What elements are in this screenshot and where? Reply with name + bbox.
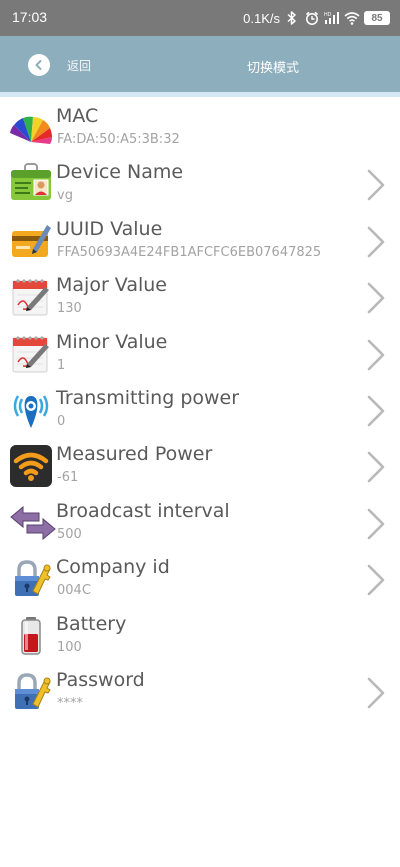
lock-key-icon — [9, 670, 53, 714]
item-value: 0 — [57, 413, 66, 429]
calendar-pen-icon — [9, 275, 53, 319]
chevron-right-icon[interactable] — [366, 507, 386, 541]
item-label: Measured Power — [56, 443, 213, 466]
list-item-password[interactable]: Password **** — [0, 662, 400, 718]
alarm-icon — [306, 11, 318, 25]
item-label: Password — [56, 668, 145, 691]
signal-hd-icon: HD — [324, 12, 339, 24]
list-item-device-name[interactable]: Device Name vg — [0, 154, 400, 210]
item-value: -61 — [57, 470, 79, 486]
list-item-company-id[interactable]: Company id 004C — [0, 549, 400, 605]
item-label: Company id — [56, 556, 170, 579]
chevron-right-icon[interactable] — [366, 563, 386, 597]
color-palette-icon — [9, 106, 53, 150]
item-value: **** — [57, 695, 83, 711]
id-card-icon — [9, 162, 53, 206]
list-item-uuid-value[interactable]: UUID Value FFA50693A4E24FB1AFCFC6EB076478… — [0, 211, 400, 267]
list-item-measured-power[interactable]: Measured Power -61 — [0, 436, 400, 492]
battery-icon — [9, 614, 53, 658]
chevron-right-icon[interactable] — [366, 168, 386, 202]
item-label: Battery — [56, 612, 127, 635]
page-title: 切换模式 — [246, 61, 299, 76]
header-divider — [0, 92, 400, 97]
chevron-right-icon[interactable] — [366, 450, 386, 484]
item-label: Major Value — [56, 274, 167, 297]
list-item-major-value[interactable]: Major Value 130 — [0, 267, 400, 323]
item-value: FFA50693A4E24FB1AFCFC6EB07647825 — [57, 244, 322, 260]
item-label: Minor Value — [56, 330, 168, 353]
calendar-pen-icon — [9, 332, 53, 376]
item-value: 1 — [57, 357, 66, 373]
item-label: Broadcast interval — [56, 499, 230, 522]
chevron-right-icon[interactable] — [366, 281, 386, 315]
beacon-signal-icon — [9, 388, 53, 432]
bluetooth-icon — [287, 11, 296, 25]
item-value: FA:DA:50:A5:3B:32 — [57, 132, 180, 147]
item-value: 004C — [57, 583, 91, 599]
network-speed: 0.1K/s — [243, 10, 280, 26]
item-label: Transmitting power — [56, 386, 240, 409]
svg-text:HD: HD — [324, 12, 332, 18]
item-label: MAC — [56, 105, 99, 127]
status-icons: 0.1K/s HD 85 — [243, 8, 390, 28]
item-value: vg — [57, 188, 73, 204]
item-value: 500 — [57, 526, 82, 542]
lock-key-icon — [9, 557, 53, 601]
battery-icon: 85 — [364, 11, 390, 25]
wifi-signal-icon — [9, 444, 53, 488]
status-time: 17:03 — [12, 9, 48, 25]
list-item-minor-value[interactable]: Minor Value 1 — [0, 324, 400, 380]
card-pen-icon — [9, 219, 53, 263]
chevron-right-icon[interactable] — [366, 394, 386, 428]
list-item-broadcast-interval[interactable]: Broadcast interval 500 — [0, 493, 400, 549]
list-item-mac: MAC FA:DA:50:A5:3B:32 — [0, 98, 400, 154]
chevron-right-icon[interactable] — [366, 225, 386, 259]
chevron-right-icon[interactable] — [366, 338, 386, 372]
settings-list: MAC FA:DA:50:A5:3B:32 Device Name vg UUID … — [0, 98, 400, 718]
item-label: UUID Value — [56, 217, 163, 240]
chevron-right-icon[interactable] — [366, 676, 386, 710]
status-bar: 17:03 0.1K/s HD 85 — [0, 0, 400, 36]
double-arrow-icon — [9, 501, 56, 545]
list-item-battery: Battery 100 — [0, 606, 400, 662]
wifi-icon — [344, 12, 360, 25]
item-label: Device Name — [56, 161, 184, 184]
item-value: 100 — [57, 639, 82, 655]
item-value: 130 — [57, 301, 82, 317]
list-item-transmitting-power[interactable]: Transmitting power 0 — [0, 380, 400, 436]
